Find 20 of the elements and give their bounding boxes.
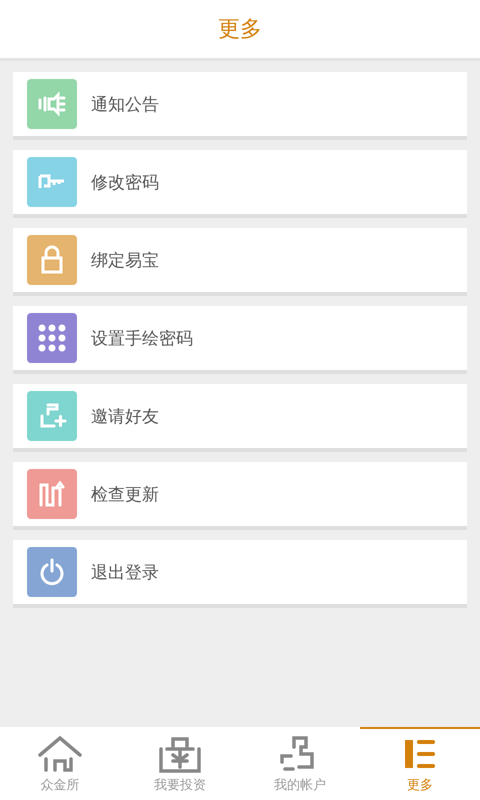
- menu-label: 通知公告: [91, 94, 159, 116]
- house-icon: [37, 735, 83, 773]
- menu-label: 设置手绘密码: [91, 328, 193, 350]
- menu-label: 退出登录: [91, 562, 159, 584]
- menu-item[interactable]: 修改密码: [13, 150, 467, 218]
- menu-item[interactable]: 邀请好友: [13, 384, 467, 452]
- menu-item[interactable]: 绑定易宝: [13, 228, 467, 296]
- menu-label: 修改密码: [91, 172, 159, 194]
- menu-label: 检查更新: [91, 484, 159, 506]
- menu-item[interactable]: 检查更新: [13, 462, 467, 530]
- briefcase-yen-icon: [157, 735, 203, 773]
- zigzag-arrow-icon: [37, 479, 67, 509]
- menu-item[interactable]: 通知公告: [13, 72, 467, 140]
- menu-label: 绑定易宝: [91, 250, 159, 272]
- menu-label: 邀请好友: [91, 406, 159, 428]
- menu-item[interactable]: 退出登录: [13, 540, 467, 608]
- keypad-icon: [37, 323, 67, 353]
- menu-item[interactable]: 设置手绘密码: [13, 306, 467, 374]
- speaker-icon: [37, 89, 67, 119]
- page-title: 更多: [218, 16, 262, 44]
